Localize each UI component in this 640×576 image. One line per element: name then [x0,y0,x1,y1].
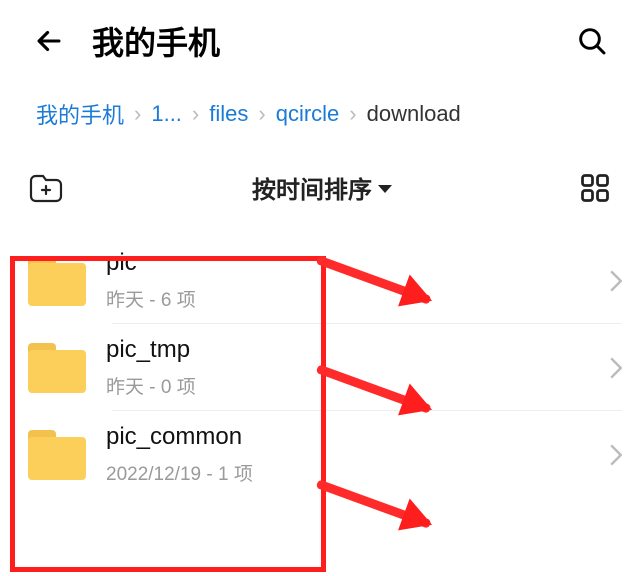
page-title: 我的手机 [92,18,550,64]
list-item[interactable]: pic_tmp 昨天 - 0 项 [0,324,640,411]
chevron-right-icon [610,357,622,379]
breadcrumb: 我的手机 › 1... › files › qcircle › download [0,72,640,146]
list-item-text: pic_common 2022/12/19 - 1 项 [106,423,590,486]
search-icon [576,25,608,57]
folder-name: pic [106,249,590,277]
folder-list: pic 昨天 - 6 项 pic_tmp 昨天 - 0 项 pic_common… [0,237,640,498]
folder-meta: 2022/12/19 - 1 项 [106,459,590,486]
folder-name: pic_tmp [106,336,590,364]
breadcrumb-item[interactable]: 1... [151,101,182,127]
breadcrumb-item-current: download [367,101,461,127]
back-button[interactable] [32,24,66,58]
folder-icon [28,343,86,393]
breadcrumb-item[interactable]: files [209,101,248,127]
grid-icon [580,173,610,203]
folder-name: pic_common [106,423,590,451]
new-folder-button[interactable] [28,173,64,203]
chevron-right-icon [610,270,622,292]
chevron-right-icon: › [347,101,358,127]
toolbar: 按时间排序 [0,146,640,219]
breadcrumb-item[interactable]: 我的手机 [36,98,124,130]
caret-down-icon [378,185,392,193]
chevron-right-icon: › [132,101,143,127]
search-button[interactable] [576,25,608,57]
sort-button[interactable]: 按时间排序 [64,170,580,205]
chevron-right-icon: › [256,101,267,127]
sort-label: 按时间排序 [252,170,372,205]
grid-view-button[interactable] [580,173,610,203]
folder-meta: 昨天 - 6 项 [106,285,590,312]
chevron-right-icon: › [190,101,201,127]
header: 我的手机 [0,0,640,72]
folder-plus-icon [28,173,64,203]
list-item[interactable]: pic_common 2022/12/19 - 1 项 [0,411,640,498]
folder-meta: 昨天 - 0 项 [106,372,590,399]
list-item-text: pic_tmp 昨天 - 0 项 [106,336,590,399]
breadcrumb-item[interactable]: qcircle [276,101,340,127]
chevron-right-icon [610,444,622,466]
folder-icon [28,430,86,480]
arrow-left-icon [32,24,66,58]
folder-icon [28,256,86,306]
list-item-text: pic 昨天 - 6 项 [106,249,590,312]
list-item[interactable]: pic 昨天 - 6 项 [0,237,640,324]
